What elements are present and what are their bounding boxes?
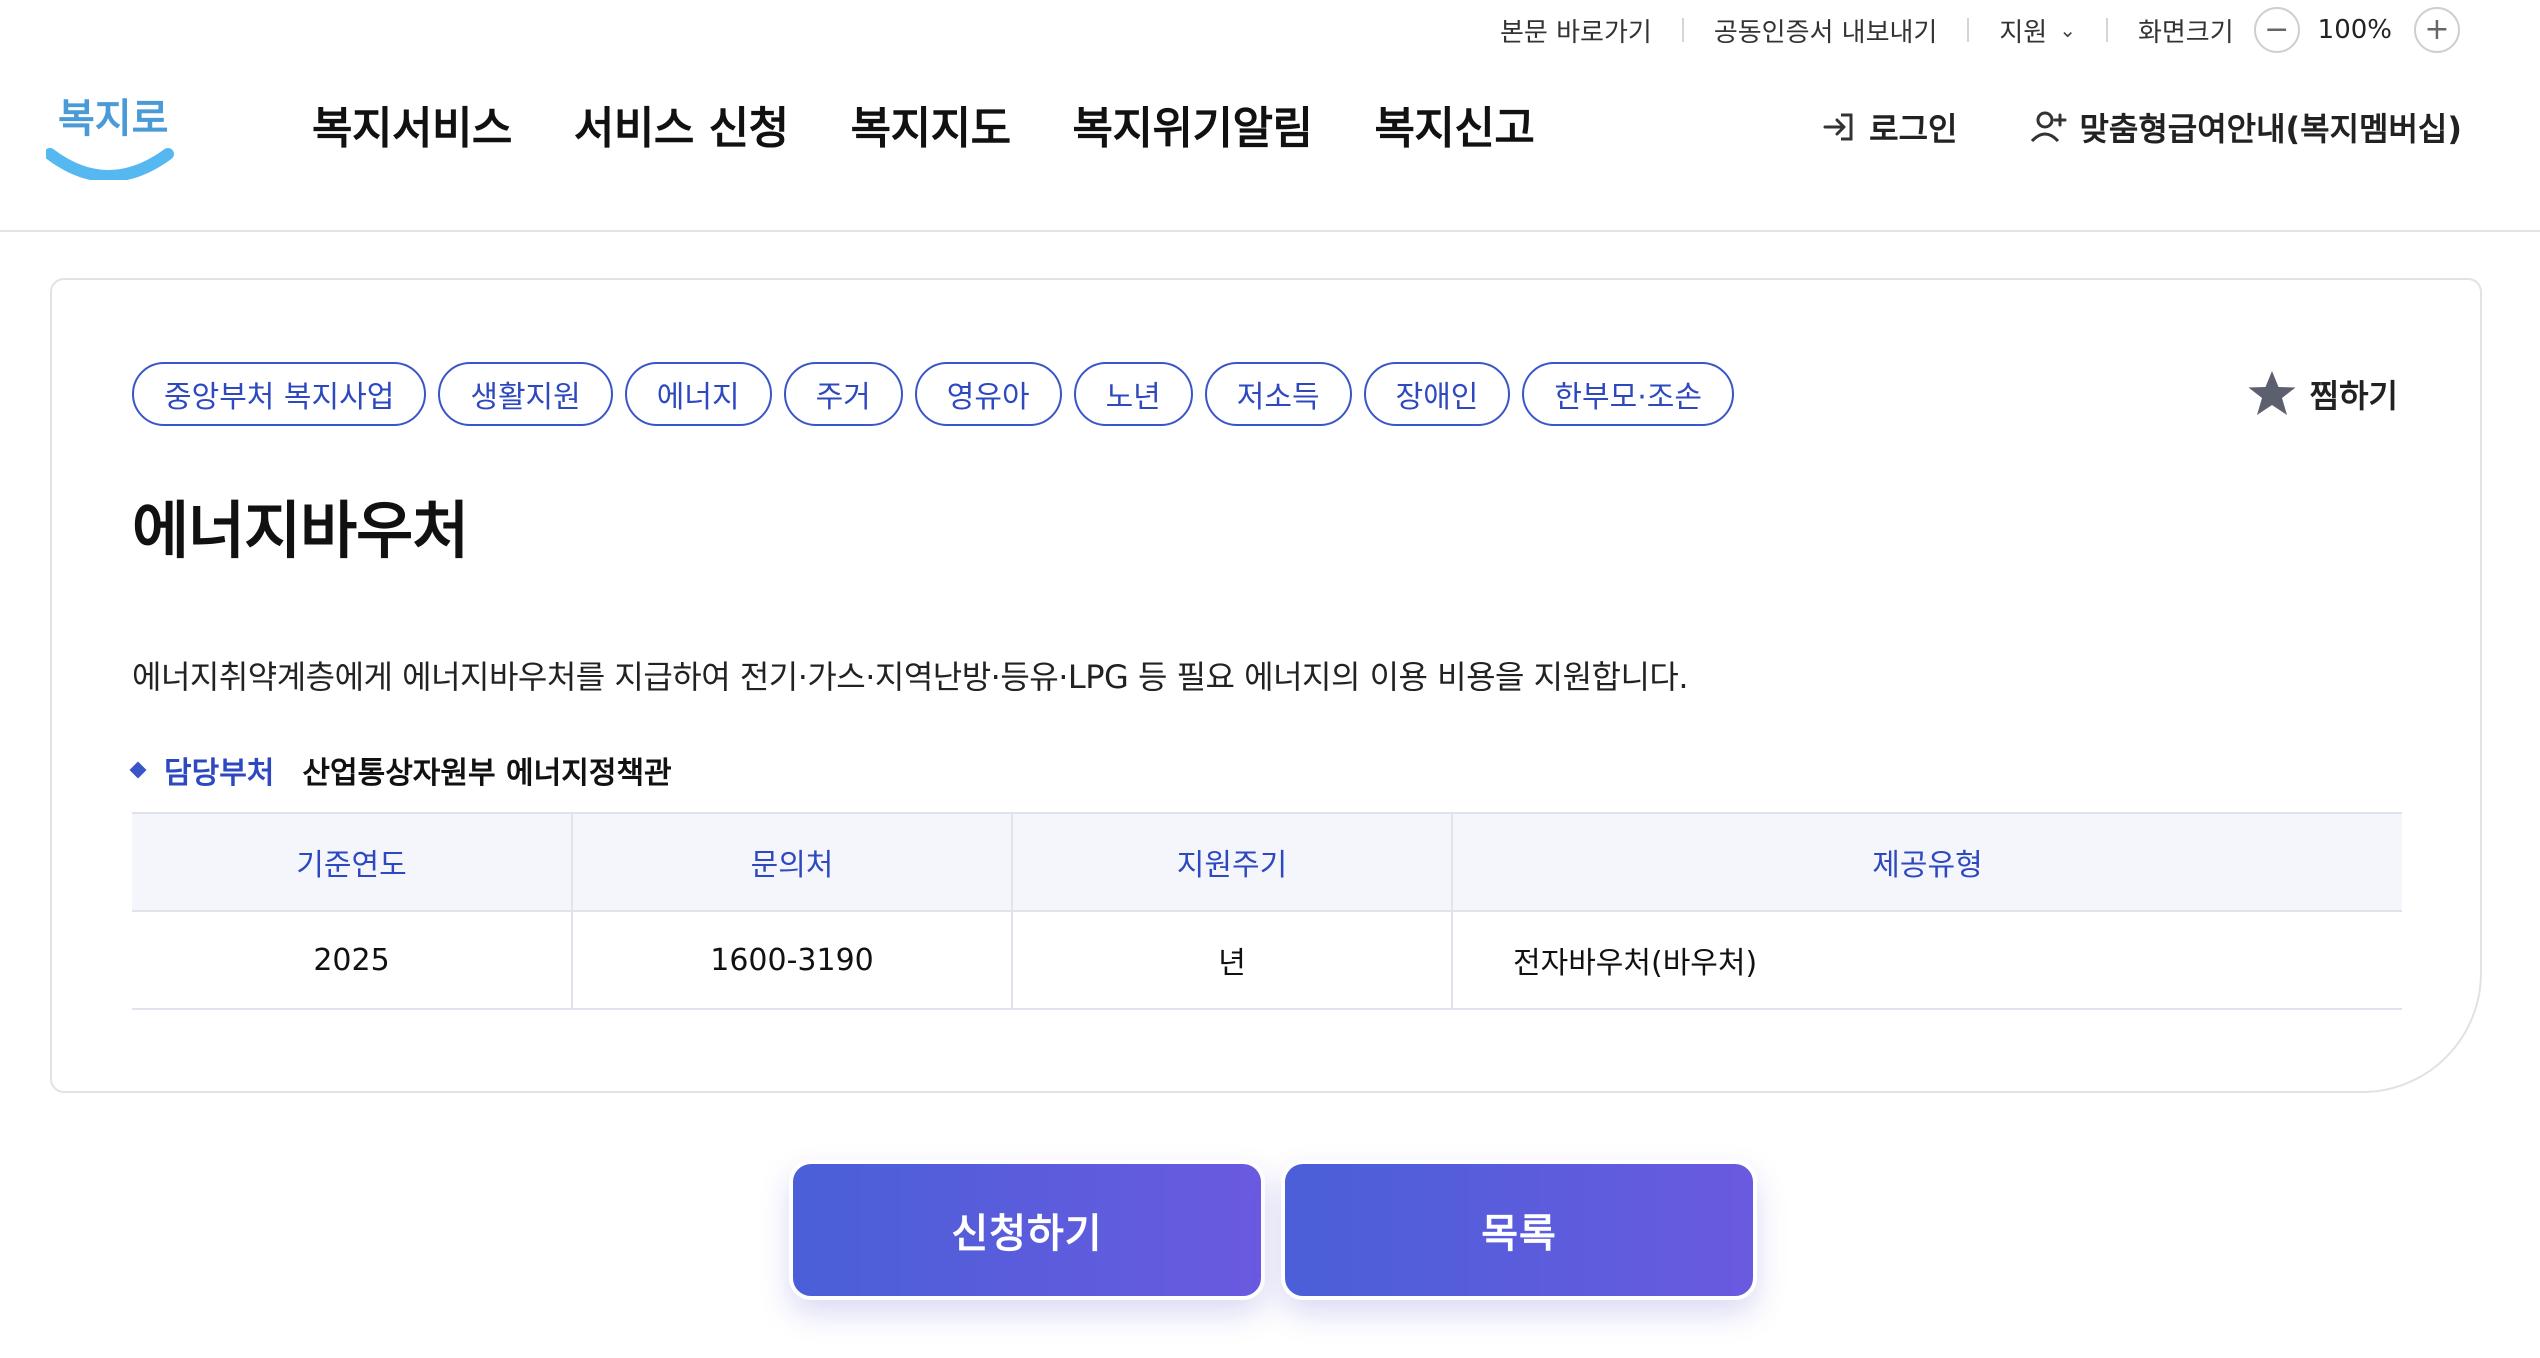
tag-living-support[interactable]: 생활지원 — [438, 362, 613, 426]
utility-bar: 본문 바로가기 공동인증서 내보내기 지원 ⌄ 화면크기 − 100% + — [0, 0, 2540, 60]
divider — [1967, 18, 1970, 42]
cell-contact: 1600-3190 — [571, 911, 1012, 1010]
zoom-out-button[interactable]: − — [2253, 7, 2300, 53]
zoom-level: 100% — [2317, 15, 2392, 45]
tag-low-income[interactable]: 저소득 — [1204, 362, 1352, 426]
star-icon — [2248, 371, 2296, 415]
header-support-cycle: 지원주기 — [1011, 812, 1452, 912]
header-base-year: 기준연도 — [132, 812, 572, 912]
department-info: 담당부처 산업통상자원부 에너지정책관 — [129, 748, 672, 792]
nav-service-apply[interactable]: 서비스 신청 — [574, 92, 789, 156]
header-provision-type: 제공유형 — [1451, 812, 2402, 912]
chevron-down-icon: ⌄ — [2059, 18, 2076, 42]
cert-export-link[interactable]: 공동인증서 내보내기 — [1714, 0, 1938, 60]
nav-welfare-services[interactable]: 복지서비스 — [312, 92, 512, 156]
support-dropdown[interactable]: 지원 ⌄ — [1999, 0, 2076, 60]
main-nav: 복지서비스 서비스 신청 복지지도 복지위기알림 복지신고 — [312, 92, 1535, 156]
minus-icon: − — [2264, 12, 2290, 47]
service-description: 에너지취약계층에게 에너지바우처를 지급하여 전기·가스·지역난방·등유·LPG… — [132, 658, 1689, 696]
tag-single-parent[interactable]: 한부모·조손 — [1522, 362, 1734, 426]
action-buttons: 신청하기 목록 — [0, 1160, 2540, 1300]
tag-housing[interactable]: 주거 — [783, 362, 903, 426]
plus-icon: + — [2424, 12, 2450, 47]
divider — [2105, 18, 2108, 42]
tag-infant[interactable]: 영유아 — [914, 362, 1062, 426]
site-logo[interactable]: 복지로 — [44, 70, 176, 182]
user-add-icon — [2031, 111, 2067, 143]
service-info-table: 기준연도 문의처 지원주기 제공유형 2025 1600-3190 년 전자바우… — [132, 812, 2402, 1010]
tag-elderly[interactable]: 노년 — [1073, 362, 1193, 426]
tag-disabled[interactable]: 장애인 — [1363, 362, 1511, 426]
header-contact: 문의처 — [571, 812, 1012, 912]
diamond-bullet-icon — [129, 761, 147, 779]
svg-text:복지로: 복지로 — [58, 96, 168, 142]
nav-crisis-alert[interactable]: 복지위기알림 — [1073, 92, 1313, 156]
divider — [1681, 18, 1684, 42]
screen-size-label: 화면크기 — [2137, 17, 2234, 48]
site-header: 복지로 복지서비스 서비스 신청 복지지도 복지위기알림 복지신고 로그인 맞춤… — [0, 60, 2540, 232]
nav-welfare-map[interactable]: 복지지도 — [851, 92, 1011, 156]
apply-button[interactable]: 신청하기 — [789, 1160, 1265, 1300]
tag-central-ministry[interactable]: 중앙부처 복지사업 — [132, 362, 427, 426]
cell-support-cycle: 년 — [1011, 911, 1452, 1010]
category-tags: 중앙부처 복지사업 생활지원 에너지 주거 영유아 노년 저소득 장애인 한부모… — [132, 362, 1734, 426]
membership-link[interactable]: 맞춤형급여안내(복지멤버십) — [2029, 104, 2462, 150]
table-header-row: 기준연도 문의처 지원주기 제공유형 — [132, 812, 2402, 912]
page-title: 에너지바우처 — [132, 494, 469, 567]
table-row: 2025 1600-3190 년 전자바우처(바우처) — [132, 911, 2402, 1010]
service-detail-card: 중앙부처 복지사업 생활지원 에너지 주거 영유아 노년 저소득 장애인 한부모… — [50, 278, 2482, 1093]
bookmark-button[interactable]: 찜하기 — [2246, 362, 2398, 426]
nav-welfare-report[interactable]: 복지신고 — [1374, 92, 1534, 156]
cell-provision-type: 전자바우처(바우처) — [1451, 911, 2402, 1010]
cell-base-year: 2025 — [132, 911, 572, 1010]
tag-energy[interactable]: 에너지 — [624, 362, 772, 426]
list-button[interactable]: 목록 — [1281, 1160, 1757, 1300]
bokjiro-logo-icon: 복지로 — [44, 96, 174, 182]
zoom-in-button[interactable]: + — [2414, 7, 2460, 53]
login-icon — [1823, 113, 1853, 141]
login-link[interactable]: 로그인 — [1819, 104, 1957, 150]
skip-to-content-link[interactable]: 본문 바로가기 — [1500, 0, 1652, 60]
department-label: 담당부처 — [164, 756, 275, 791]
department-value: 산업통상자원부 에너지정책관 — [302, 756, 672, 791]
